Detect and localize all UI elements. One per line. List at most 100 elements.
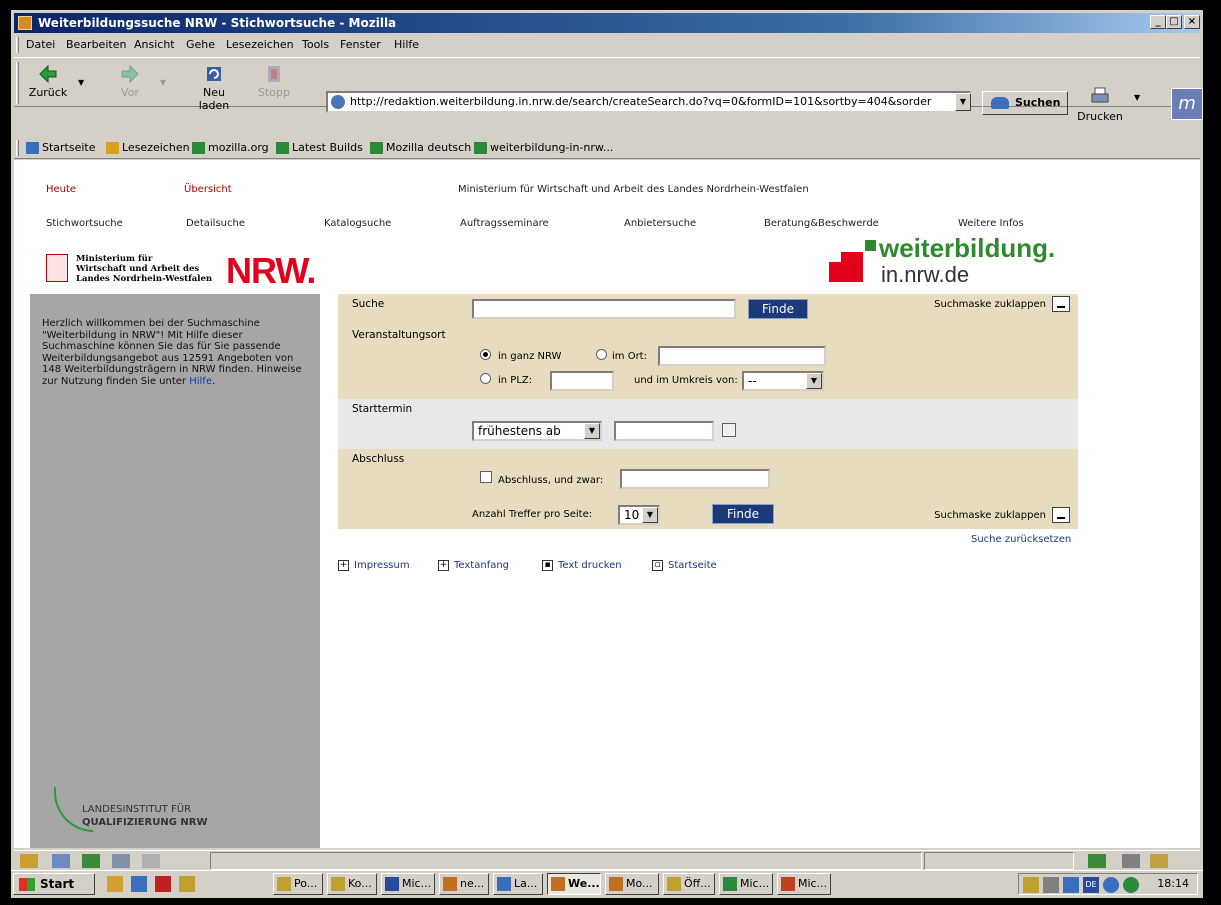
online-icon[interactable]	[1088, 854, 1106, 868]
stop-button[interactable]: Stopp	[250, 62, 298, 104]
menu-gehe[interactable]: Gehe	[186, 35, 215, 55]
toolbar-grip[interactable]	[16, 140, 19, 156]
search-button[interactable]: Suchen	[982, 91, 1068, 115]
language-indicator[interactable]: DE	[1083, 877, 1099, 893]
footer-text-drucken[interactable]: ▪ Text drucken	[542, 560, 622, 571]
link-heute[interactable]: Heute	[46, 184, 76, 195]
tray-app-icon[interactable]	[1063, 877, 1079, 893]
back-button[interactable]: Zurück	[24, 62, 72, 104]
finde-button-bottom[interactable]: Finde	[712, 504, 774, 524]
url-dropdown-button[interactable]: ▼	[955, 93, 971, 111]
menu-tools[interactable]: Tools	[302, 35, 329, 55]
task-mic-2[interactable]: Mic...	[719, 873, 773, 895]
bookmark-mozilla-deutsch[interactable]: Mozilla deutsch	[370, 137, 471, 159]
collapse-bottom[interactable]: Suchmaske zuklappen	[934, 507, 1070, 523]
menu-hilfe[interactable]: Hilfe	[394, 35, 419, 55]
navigator-icon[interactable]	[20, 854, 38, 868]
minimize-button[interactable]: _	[1150, 15, 1166, 29]
print-dropdown-icon[interactable]: ▼	[1134, 93, 1140, 102]
task-ne[interactable]: ne...	[439, 873, 489, 895]
lfq-logo: LANDESINSTITUT FÜR QUALIFIZIERUNG NRW	[54, 786, 254, 836]
title-bar[interactable]: Weiterbildungssuche NRW - Stichwortsuche…	[14, 13, 1200, 33]
back-dropdown-icon[interactable]: ▼	[78, 78, 84, 87]
finde-button-top[interactable]: Finde	[748, 299, 808, 319]
menu-lesezeichen[interactable]: Lesezeichen	[226, 35, 294, 55]
footer-impressum[interactable]: + Impressum	[338, 560, 410, 571]
plz-input[interactable]	[550, 371, 614, 391]
nav-katalogsuche[interactable]: Katalogsuche	[324, 218, 391, 229]
bookmark-weiterbildung[interactable]: weiterbildung-in-nrw...	[474, 137, 613, 159]
start-date-input[interactable]	[614, 421, 714, 441]
task-mo[interactable]: Mo...	[605, 873, 659, 895]
task-la[interactable]: La...	[493, 873, 543, 895]
close-button[interactable]: ×	[1184, 15, 1200, 29]
link-uebersicht[interactable]: Übersicht	[184, 184, 232, 195]
lock-icon[interactable]	[1150, 854, 1168, 868]
abschluss-input[interactable]	[620, 469, 770, 489]
task-mic-1[interactable]: Mic...	[381, 873, 435, 895]
ministry-logo[interactable]: Ministerium für Wirtschaft und Arbeit de…	[46, 250, 326, 291]
chat-icon[interactable]	[112, 854, 130, 868]
menu-fenster[interactable]: Fenster	[340, 35, 381, 55]
start-button[interactable]: Start	[13, 873, 95, 895]
calendar-icon[interactable]	[722, 423, 736, 437]
quicklaunch-icon[interactable]	[155, 876, 171, 892]
bookmark-startseite[interactable]: Startseite	[26, 137, 96, 159]
toolbar-grip[interactable]	[16, 62, 19, 104]
start-select[interactable]: frühestens ab ▼	[472, 421, 602, 441]
footer-startseite[interactable]: ▫ Startseite	[652, 560, 717, 571]
menu-datei[interactable]: Datei	[26, 35, 55, 55]
tray-app-icon[interactable]	[1123, 877, 1139, 893]
task-we[interactable]: We...	[547, 873, 601, 895]
address-book-icon[interactable]	[142, 854, 160, 868]
help-link[interactable]: Hilfe	[189, 376, 212, 387]
logo-text-main: weiterbildung.	[879, 233, 1056, 263]
mail-icon[interactable]	[52, 854, 70, 868]
menu-ansicht[interactable]: Ansicht	[134, 35, 175, 55]
quicklaunch-icon[interactable]	[179, 876, 195, 892]
radio-plz[interactable]	[480, 373, 491, 384]
menu-bearbeiten[interactable]: Bearbeiten	[66, 35, 126, 55]
task-oeff[interactable]: Öff...	[663, 873, 715, 895]
radio-im-ort[interactable]	[596, 349, 607, 360]
forward-button[interactable]: Vor	[106, 62, 154, 104]
abschluss-checkbox[interactable]	[480, 471, 492, 483]
footer-textanfang[interactable]: + Textanfang	[438, 560, 509, 571]
maximize-button[interactable]: □	[1166, 15, 1182, 29]
task-po[interactable]: Po...	[273, 873, 323, 895]
weiterbildung-logo[interactable]: weiterbildung. in.nrw.de	[829, 233, 1059, 294]
nav-stichwortsuche[interactable]: Stichwortsuche	[46, 218, 123, 229]
quicklaunch-icon[interactable]	[131, 876, 147, 892]
reload-button[interactable]: Neu laden	[190, 62, 238, 112]
mozilla-icon	[551, 877, 565, 891]
nav-anbietersuche[interactable]: Anbietersuche	[624, 218, 696, 229]
reset-search-link[interactable]: Suche zurücksetzen	[971, 534, 1071, 545]
collapse-top[interactable]: Suchmaske zuklappen	[934, 296, 1070, 312]
tray-app-icon[interactable]	[1103, 877, 1119, 893]
quicklaunch-icon[interactable]	[107, 876, 123, 892]
toolbar-grip[interactable]	[16, 37, 19, 53]
url-bar[interactable]: http://redaktion.weiterbildung.in.nrw.de…	[326, 91, 971, 113]
treffer-select[interactable]: 10 ▼	[618, 505, 660, 525]
print-button[interactable]: Drucken	[1077, 86, 1123, 128]
network-icon[interactable]	[1043, 877, 1059, 893]
task-app-icon	[443, 877, 457, 891]
ort-input[interactable]	[658, 346, 826, 366]
volume-icon[interactable]	[1023, 877, 1039, 893]
radio-ganz-nrw[interactable]	[480, 349, 491, 360]
task-mic-3[interactable]: Mic...	[777, 873, 831, 895]
cookie-icon[interactable]	[1122, 854, 1140, 868]
bookmark-lesezeichen[interactable]: Lesezeichen	[106, 137, 190, 159]
nav-beratung[interactable]: Beratung&Beschwerde	[764, 218, 879, 229]
umkreis-select[interactable]: -- ▼	[742, 371, 824, 391]
collapse-icon	[1052, 296, 1070, 312]
nav-weitere-infos[interactable]: Weitere Infos	[958, 218, 1024, 229]
bookmark-latest-builds[interactable]: Latest Builds	[276, 137, 363, 159]
nav-detailsuche[interactable]: Detailsuche	[186, 218, 245, 229]
task-ko[interactable]: Ko...	[327, 873, 377, 895]
nav-auftragsseminare[interactable]: Auftragsseminare	[460, 218, 549, 229]
bookmark-mozilla-org[interactable]: mozilla.org	[192, 137, 269, 159]
search-input[interactable]	[472, 299, 736, 319]
forward-dropdown-icon[interactable]: ▼	[160, 78, 166, 87]
composer-icon[interactable]	[82, 854, 100, 868]
